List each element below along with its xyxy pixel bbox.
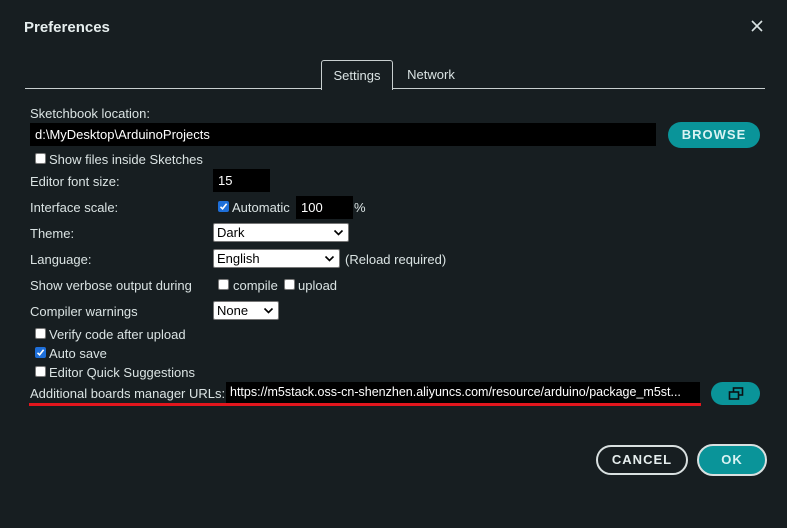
compile-checkbox[interactable] <box>218 279 229 290</box>
compiler-warnings-selected-value: None <box>217 303 249 318</box>
compiler-warnings-select[interactable]: None <box>213 301 279 320</box>
chevron-down-icon <box>263 307 274 314</box>
editor-font-size-input[interactable]: 15 <box>213 169 270 192</box>
upload-label: upload <box>298 278 338 293</box>
editor-font-size-label: Editor font size: <box>30 174 120 189</box>
interface-scale-input[interactable]: 100 <box>296 196 353 219</box>
boards-urls-input[interactable]: https://m5stack.oss-cn-shenzhen.aliyuncs… <box>226 382 700 403</box>
tab-network[interactable]: Network <box>393 60 469 89</box>
compiler-warnings-label: Compiler warnings <box>30 304 138 319</box>
dialog-title: Preferences <box>24 19 110 36</box>
browse-button[interactable]: BROWSE <box>668 122 760 148</box>
chevron-down-icon <box>333 229 344 236</box>
sketchbook-label: Sketchbook location: <box>30 106 150 121</box>
automatic-checkbox[interactable] <box>218 201 229 212</box>
language-label: Language: <box>30 252 92 267</box>
reload-required-note: (Reload required) <box>345 252 447 267</box>
language-selected-value: English <box>217 251 260 266</box>
open-window-button[interactable] <box>711 382 760 405</box>
chevron-down-icon <box>324 255 335 262</box>
percent-unit: % <box>354 200 366 215</box>
show-files-label: Show files inside Sketches <box>49 152 203 167</box>
verbose-output-label: Show verbose output during <box>30 278 192 293</box>
cancel-button[interactable]: CANCEL <box>596 445 688 475</box>
verify-code-label: Verify code after upload <box>49 327 186 342</box>
verify-code-checkbox[interactable] <box>35 328 46 339</box>
theme-selected-value: Dark <box>217 225 245 240</box>
automatic-label: Automatic <box>232 200 290 215</box>
show-files-checkbox[interactable] <box>35 153 46 164</box>
interface-scale-label: Interface scale: <box>30 200 119 215</box>
theme-label: Theme: <box>30 226 75 241</box>
language-select[interactable]: English <box>213 249 340 268</box>
sketchbook-location-input[interactable]: d:\MyDesktop\ArduinoProjects <box>30 123 656 146</box>
theme-select[interactable]: Dark <box>213 223 349 242</box>
quick-suggestions-checkbox[interactable] <box>35 366 46 377</box>
ok-button[interactable]: OK <box>697 444 767 476</box>
auto-save-label: Auto save <box>49 346 107 361</box>
highlight-underline <box>29 403 701 406</box>
quick-suggestions-label: Editor Quick Suggestions <box>49 365 195 380</box>
tab-settings[interactable]: Settings <box>321 60 393 90</box>
close-icon[interactable] <box>747 16 767 36</box>
auto-save-checkbox[interactable] <box>35 347 46 358</box>
upload-checkbox[interactable] <box>284 279 295 290</box>
open-window-icon <box>728 387 743 400</box>
boards-urls-label: Additional boards manager URLs: <box>30 386 226 401</box>
compile-label: compile <box>233 278 278 293</box>
